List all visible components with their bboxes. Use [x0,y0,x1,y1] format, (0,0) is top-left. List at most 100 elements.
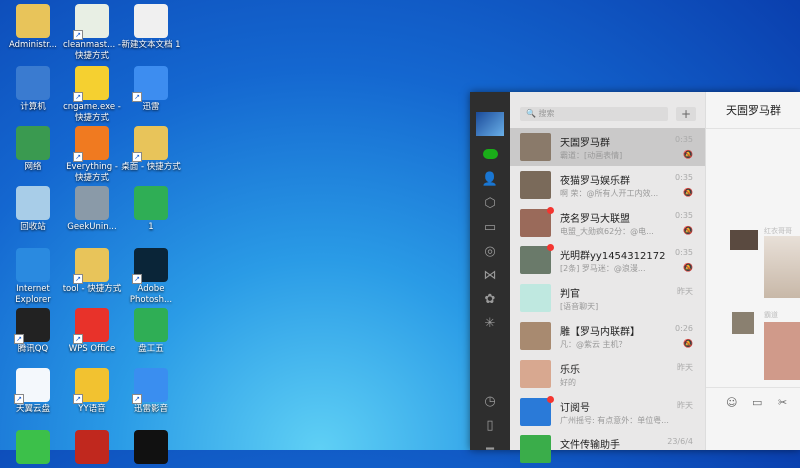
desktop-icon-label: 迅雷影音 [133,404,168,414]
app-icon: ↗ [132,126,168,162]
cube-icon[interactable]: ⬡ [481,196,499,212]
butterfly-icon[interactable]: ⋈ [481,268,499,284]
user-avatar[interactable] [476,112,504,136]
sparkle-icon[interactable]: ✳ [481,316,499,332]
wechat-sidebar: 👤 ⬡ ▭ ◎ ⋈ ✿ ✳ ◷ ▯ ━ [470,92,510,457]
message-image[interactable] [764,322,800,380]
add-button[interactable]: + [676,107,696,121]
message-avatar[interactable] [732,312,754,334]
chat-title: 天圄罗马群 [726,104,781,117]
desktop-icon-label: 回收站 [20,222,46,232]
desktop-icon[interactable]: ↗ Adobe Photosh... [120,248,182,306]
chat-list-item[interactable]: 雕【罗马内联群】 凡：@紫云 主机？ 0:26 🔕 [510,317,705,355]
bell-off-icon: 🔕 [683,339,693,348]
chat-list-item[interactable]: 光明群yy1454312172 [2条] 罗马迷：@浪漫... 0:35 🔕 [510,241,705,279]
app-icon [134,308,168,342]
chat-list: 🔍 搜索 + 天圄罗马群 霸道：[动画表情] 0:35 🔕 夜猫罗马娱乐群 啊 荣：… [510,92,705,464]
app-icon [75,186,109,220]
menu-icon[interactable]: ━ [481,442,499,458]
desktop-icon[interactable]: 计算机 [2,66,64,113]
desktop-icon[interactable]: ↗ 迅雷 [120,66,182,113]
shortcut-arrow-icon: ↗ [132,152,142,162]
contacts-icon[interactable]: 👤 [481,172,499,188]
chat-preview: 广州摇号: 有点意外：单位粤... [560,415,669,425]
desktop-icon[interactable]: ↗ Everything - 快捷方式 [61,126,123,184]
bell-off-icon: 🔕 [683,150,693,159]
shortcut-arrow-icon: ↗ [132,394,142,404]
chat-name: 夜猫罗马娱乐群 [560,175,630,187]
desktop-icon[interactable]: Internet Explorer [2,248,64,306]
desktop-icon-label: Everything - 快捷方式 [66,162,118,183]
desktop-icon[interactable]: GeekUnin... [61,186,123,233]
desktop-icon[interactable]: ↗ cleanmast... - 快捷方式 [61,4,123,62]
unread-badge [547,206,554,214]
app-icon: ↗ [132,368,168,404]
chat-time: 0:35 [675,172,693,182]
desktop-icon[interactable]: 1 [120,186,182,233]
shortcut-arrow-icon: ↗ [73,394,83,404]
desktop-icon-label: 网络 [24,162,42,172]
mini-program-icon[interactable]: ◷ [481,394,499,410]
moments-icon[interactable]: ◎ [481,244,499,260]
chat-time: 23/6/4 [667,437,693,447]
file-icon[interactable]: ▭ [752,396,762,409]
unread-badge [547,244,554,252]
chat-avatar [520,133,551,161]
desktop-icon[interactable]: ↗ tool - 快捷方式 [61,248,123,295]
desktop-icon[interactable]: ↗ 桌面 - 快捷方式 [120,126,182,173]
desktop-icon[interactable] [120,430,182,466]
desktop-icon-label: 1 [148,222,154,232]
bell-off-icon: 🔕 [683,225,693,235]
shortcut-arrow-icon: ↗ [132,92,142,102]
desktop-icon[interactable]: 回收站 [2,186,64,233]
app-icon [16,248,50,282]
message-image[interactable] [764,236,800,298]
emoji-icon[interactable]: ☺ [726,396,737,409]
desktop-icon[interactable]: 网络 [2,126,64,173]
scissors-icon[interactable]: ✂ [778,396,787,409]
chat-preview: [语音聊天] [560,302,599,312]
message-sender: 红衣哥哥 [764,227,792,235]
desktop-icon[interactable]: ↗ cngame.exe - 快捷方式 [61,66,123,124]
chat-panel: 天圄罗马群 红衣哥哥 霸道 ☺ ▭ ✂ [705,92,800,450]
chat-list-item[interactable]: 文件传输助手 23/6/4 [510,430,705,468]
chat-list-item[interactable]: 天圄罗马群 霸道：[动画表情] 0:35 🔕 [510,128,705,166]
desktop-icon[interactable]: ↗ 迅雷影音 [120,368,182,415]
desktop-icon[interactable]: 盘工五 [120,308,182,355]
desktop-icon[interactable]: ↗ YY语音 [61,368,123,415]
shortcut-arrow-icon: ↗ [132,274,142,284]
flower-icon[interactable]: ✿ [481,292,499,308]
app-icon [16,186,50,220]
chat-list-item[interactable]: 夜猫罗马娱乐群 啊 荣：@所有人开工内效... 0:35 🔕 [510,166,705,204]
desktop-icon[interactable]: ↗ 天翼云盘 [2,368,64,415]
chat-list-item[interactable]: 订阅号 广州摇号: 有点意外：单位粤... 昨天 [510,393,705,431]
desktop-icon[interactable]: 新建文本文档 1 [120,4,182,51]
chat-time: 0:35 [675,210,693,220]
search-input[interactable]: 🔍 搜索 [520,107,668,121]
chat-avatar [520,359,551,388]
desktop-icon-label: 腾讯QQ [17,344,49,354]
desktop-icon[interactable]: ↗ 腾讯QQ [2,308,64,355]
shortcut-arrow-icon: ↗ [73,92,83,102]
desktop-icon-label: cngame.exe - 快捷方式 [63,102,121,123]
chat-list-item[interactable]: 判官 [语音聊天] 昨天 [510,279,705,317]
message-avatar[interactable] [730,230,758,250]
chat-icon[interactable] [481,148,499,164]
app-icon: ↗ [73,4,109,40]
app-icon [134,186,168,220]
chat-list-item[interactable]: 乐乐 好的 昨天 [510,355,705,393]
chat-name: 雕【罗马内联群】 [560,327,640,338]
desktop-icon[interactable] [2,430,64,466]
desktop-icon[interactable]: Administr... [2,4,64,51]
desktop-icon[interactable]: ↗ WPS Office [61,308,123,355]
chat-list-item[interactable]: 茂名罗马大联盟 电盟_大勋疯62分：@电... 0:35 🔕 [510,204,705,242]
phone-icon[interactable]: ▯ [481,418,499,434]
chat-preview: 霸道：[动画表情] [560,151,623,160]
folder-icon[interactable]: ▭ [481,220,499,236]
desktop-icon-label: 计算机 [20,102,46,112]
desktop-icon-label: 盘工五 [138,344,164,354]
chat-preview: 凡：@紫云 主机？ [560,340,627,349]
chat-preview: 啊 荣：@所有人开工内效... [560,188,659,198]
desktop-icon[interactable] [61,430,123,466]
desktop-icon-label: 新建文本文档 1 [121,40,181,50]
